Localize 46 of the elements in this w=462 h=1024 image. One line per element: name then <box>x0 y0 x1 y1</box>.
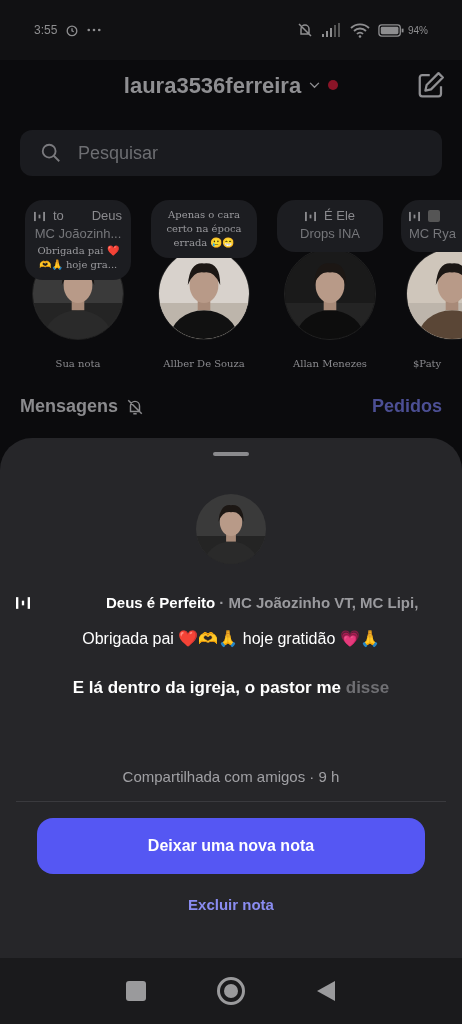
note-bubble[interactable]: to Deus MC Joãozinh... Obrigada pai ❤🫶🙏 hoje gra... <box>25 200 131 280</box>
song-title: to <box>52 208 64 224</box>
music-bars-icon <box>304 210 316 222</box>
signal-icon <box>322 23 342 37</box>
music-bars-icon <box>33 210 45 222</box>
back-icon[interactable] <box>316 980 337 1002</box>
artist-name: Drops INA <box>300 225 360 243</box>
username[interactable]: Sua nota <box>55 356 101 371</box>
section-title: Mensagens <box>20 395 119 418</box>
account-switcher[interactable]: laura3536ferreira <box>123 68 321 102</box>
note-bubble[interactable]: É Ele Drops INA <box>277 200 383 252</box>
wifi-icon <box>350 22 370 38</box>
note-text: Obrigada pai ❤🫶🙏 hoje gratidão 💗🙏 <box>82 628 380 649</box>
lyric-line: E lá dentro da igreja, o pastor me disse <box>72 676 390 699</box>
song-title: É Ele <box>323 208 356 224</box>
chevron-down-icon <box>309 81 321 89</box>
more-icon <box>87 28 102 32</box>
recents-icon[interactable] <box>125 981 146 1001</box>
battery-icon <box>378 23 404 37</box>
song-artists: · MC Joãozinho VT, MC Lipi, <box>219 593 419 613</box>
muted-bell-icon <box>296 22 314 38</box>
battery-level: 94% <box>408 23 428 38</box>
search-field[interactable]: Pesquisar <box>20 130 442 176</box>
search-input[interactable]: Pesquisar <box>78 139 422 167</box>
note-text: Obrigada pai ❤🫶🙏 hoje gra... <box>36 244 120 272</box>
artist-name: MC Rya <box>409 225 456 243</box>
note-bubble[interactable]: MC Rya <box>401 200 462 252</box>
new-note-button[interactable]: Deixar uma nova nota <box>37 817 425 874</box>
search-icon <box>40 142 62 164</box>
status-time: 3:55 <box>34 22 58 39</box>
username[interactable]: Allan Menezes <box>292 356 367 371</box>
note-bubble[interactable]: Apenas o cara certo na época errada 🥲😁 <box>151 200 257 258</box>
artist-name: MC Joãozinh... <box>34 225 122 243</box>
drag-handle[interactable] <box>213 452 249 456</box>
home-icon[interactable] <box>217 977 245 1005</box>
alarm-icon <box>65 23 80 37</box>
music-bars-icon <box>16 596 30 611</box>
username[interactable]: $Paty <box>413 356 442 371</box>
username[interactable]: Allber De Souza <box>163 356 245 371</box>
shared-info: Compartilhada com amigos · 9 h <box>122 767 340 787</box>
delete-note-link[interactable]: Excluir nota <box>188 893 274 916</box>
song-title: Deus <box>91 208 123 224</box>
note-text: Apenas o cara certo na época errada 🥲😁 <box>165 208 243 250</box>
music-bars-icon <box>409 210 420 222</box>
song-title: Deus é Perfeito <box>106 593 216 613</box>
edit-icon[interactable] <box>416 70 446 100</box>
